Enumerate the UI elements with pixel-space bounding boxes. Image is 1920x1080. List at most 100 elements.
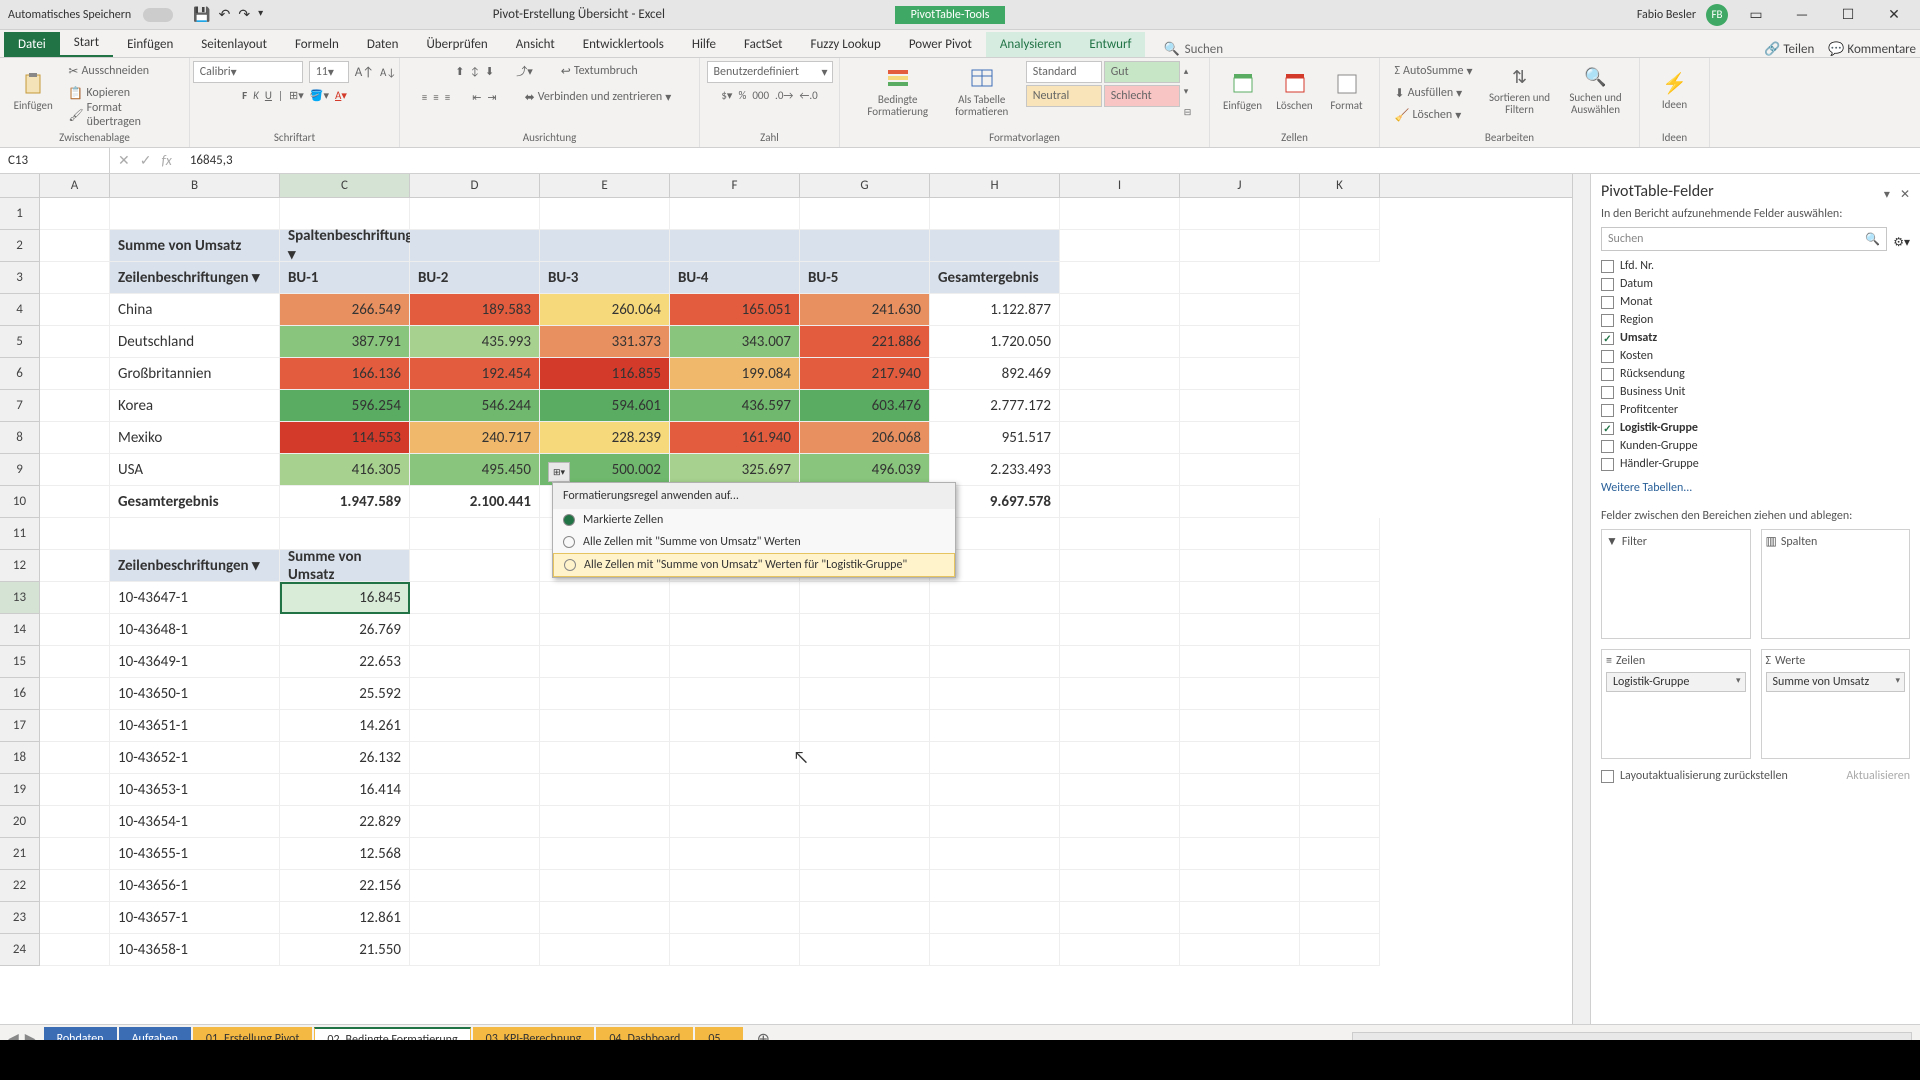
cell[interactable]	[800, 198, 930, 230]
cell[interactable]: 228.239	[540, 422, 670, 454]
cell[interactable]	[1060, 486, 1180, 518]
popup-option-3[interactable]: Alle Zellen mit "Summe von Umsatz" Werte…	[553, 553, 955, 577]
cell[interactable]	[1300, 806, 1380, 838]
checkbox-icon[interactable]	[1601, 314, 1614, 327]
cell[interactable]: 2.100.441	[410, 486, 540, 518]
cell[interactable]	[1300, 518, 1380, 550]
cell[interactable]	[410, 550, 540, 582]
cell[interactable]	[280, 518, 410, 550]
field-search-input[interactable]: Suchen 🔍	[1601, 227, 1887, 251]
checkbox-icon[interactable]	[1601, 278, 1614, 291]
align-bottom-icon[interactable]: ⬇	[485, 65, 494, 78]
cell[interactable]: 16.414	[280, 774, 410, 806]
field-item[interactable]: Lfd. Nr.	[1601, 257, 1910, 275]
cell[interactable]	[800, 870, 930, 902]
cell[interactable]: 603.476	[800, 390, 930, 422]
cell[interactable]	[1180, 710, 1300, 742]
cell[interactable]	[540, 582, 670, 614]
cell[interactable]	[540, 710, 670, 742]
name-box[interactable]: C13	[0, 148, 110, 173]
tab-analyze[interactable]: Analysieren	[986, 32, 1076, 57]
cell[interactable]: Deutschland	[110, 326, 280, 358]
comments-button[interactable]: 💬 Kommentare	[1828, 42, 1916, 57]
format-painter-button[interactable]: 🖌 Format übertragen	[62, 105, 181, 125]
close-icon[interactable]: ✕	[1876, 6, 1912, 23]
cell[interactable]	[670, 934, 800, 966]
cell[interactable]	[670, 902, 800, 934]
cell[interactable]	[1180, 870, 1300, 902]
cell[interactable]: 331.373	[540, 326, 670, 358]
checkbox-icon[interactable]	[1601, 296, 1614, 309]
align-top-icon[interactable]: ⬆	[455, 65, 464, 78]
cell[interactable]	[110, 518, 280, 550]
cell[interactable]	[930, 646, 1060, 678]
decrease-decimal-icon[interactable]: ←.0	[799, 89, 817, 102]
cell[interactable]	[800, 838, 930, 870]
cell[interactable]	[280, 198, 410, 230]
cell[interactable]	[540, 198, 670, 230]
cell[interactable]: 10-43656-1	[110, 870, 280, 902]
row-header-2[interactable]: 2	[0, 230, 40, 262]
cell[interactable]	[1300, 934, 1380, 966]
field-item[interactable]: Kunden-Gruppe	[1601, 437, 1910, 455]
format-options-button[interactable]: ⊞▾	[548, 462, 570, 482]
percent-icon[interactable]: %	[738, 89, 746, 102]
cell[interactable]	[1180, 294, 1300, 326]
cell[interactable]: 22.653	[280, 646, 410, 678]
cell[interactable]: 10-43649-1	[110, 646, 280, 678]
font-color-button[interactable]: A▾	[335, 89, 347, 102]
tell-me-search[interactable]: 🔍 Suchen	[1163, 42, 1223, 57]
cell[interactable]: BU-5	[800, 262, 930, 294]
popup-option-1[interactable]: Markierte Zellen	[553, 509, 955, 531]
align-middle-icon[interactable]: ↕	[470, 65, 479, 78]
cancel-formula-icon[interactable]: ✕	[118, 152, 130, 169]
fill-button[interactable]: ⬇ Ausfüllen ▾	[1389, 83, 1479, 103]
cell[interactable]: BU-3	[540, 262, 670, 294]
tab-factset[interactable]: FactSet	[730, 32, 796, 57]
cell[interactable]	[1060, 550, 1180, 582]
cell[interactable]: 240.717	[410, 422, 540, 454]
cell[interactable]	[410, 230, 540, 262]
format-cells-button[interactable]: Format	[1321, 61, 1373, 123]
cell[interactable]	[40, 870, 110, 902]
cell[interactable]	[540, 902, 670, 934]
redo-icon[interactable]: ↷	[238, 6, 250, 23]
cell[interactable]	[410, 742, 540, 774]
cell[interactable]: 26.132	[280, 742, 410, 774]
cell[interactable]: Großbritannien	[110, 358, 280, 390]
cell[interactable]	[410, 870, 540, 902]
cell[interactable]	[410, 614, 540, 646]
cell[interactable]	[670, 198, 800, 230]
cell[interactable]: 10-43658-1	[110, 934, 280, 966]
style-neutral[interactable]: Neutral	[1026, 85, 1102, 107]
cell[interactable]: 10-43648-1	[110, 614, 280, 646]
vertical-scrollbar[interactable]	[1572, 174, 1590, 1024]
cell[interactable]	[670, 870, 800, 902]
checkbox-icon[interactable]	[1601, 332, 1614, 345]
confirm-formula-icon[interactable]: ✓	[140, 152, 152, 169]
cell[interactable]	[1300, 902, 1380, 934]
cell[interactable]: 495.450	[410, 454, 540, 486]
field-list[interactable]: Lfd. Nr.DatumMonatRegionUmsatzKostenRück…	[1601, 257, 1910, 473]
cell[interactable]: 10-43653-1	[110, 774, 280, 806]
ribbon-options-icon[interactable]: ▭	[1738, 6, 1774, 23]
cell[interactable]	[670, 838, 800, 870]
cell[interactable]: 1.947.589	[280, 486, 410, 518]
cell[interactable]: Spaltenbeschriftungen ▾	[280, 230, 410, 262]
fx-icon[interactable]: fx	[161, 152, 171, 169]
cell[interactable]	[1300, 774, 1380, 806]
area-columns[interactable]: ▥ Spalten	[1761, 529, 1911, 639]
col-header-E[interactable]: E	[540, 174, 670, 197]
cell[interactable]	[930, 902, 1060, 934]
cell[interactable]: 266.549	[280, 294, 410, 326]
cell[interactable]: 199.084	[670, 358, 800, 390]
cell[interactable]	[540, 806, 670, 838]
italic-button[interactable]: K	[253, 89, 259, 102]
cell[interactable]	[1300, 230, 1380, 262]
cell[interactable]	[1060, 262, 1180, 294]
col-header-J[interactable]: J	[1180, 174, 1300, 197]
col-header-H[interactable]: H	[930, 174, 1060, 197]
cell[interactable]	[1060, 294, 1180, 326]
cell[interactable]	[1060, 614, 1180, 646]
cell[interactable]: 12.861	[280, 902, 410, 934]
